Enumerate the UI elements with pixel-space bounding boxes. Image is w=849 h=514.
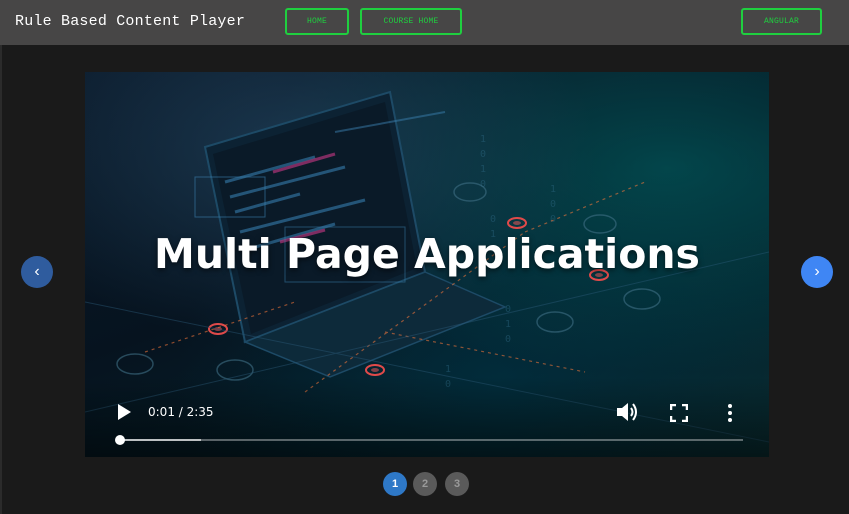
play-icon[interactable] — [116, 403, 132, 421]
chevron-right-icon: › — [814, 263, 820, 280]
time-display: 0:01 / 2:35 — [148, 405, 214, 419]
page-border — [0, 0, 2, 514]
carousel-prev-button[interactable]: ‹ — [21, 256, 53, 288]
course-home-button[interactable]: COURSE HOME — [360, 8, 462, 35]
app-title: Rule Based Content Player — [15, 13, 246, 30]
seek-bar[interactable] — [115, 435, 743, 445]
more-vertical-icon[interactable] — [725, 403, 735, 423]
svg-text:1: 1 — [505, 319, 511, 330]
svg-text:1: 1 — [480, 134, 486, 145]
video-title: Multi Page Applications — [154, 230, 700, 278]
svg-text:0: 0 — [480, 149, 486, 160]
svg-text:1: 1 — [480, 164, 486, 175]
page-dot-2[interactable]: 2 — [413, 472, 437, 496]
svg-text:1: 1 — [550, 184, 556, 195]
svg-text:1: 1 — [445, 364, 451, 375]
svg-text:0: 0 — [490, 214, 496, 225]
chevron-left-icon: ‹ — [34, 263, 40, 280]
angular-button[interactable]: ANGULAR — [741, 8, 822, 35]
volume-icon[interactable] — [615, 401, 639, 423]
seek-buffered — [116, 439, 201, 441]
top-navbar: Rule Based Content Player HOME COURSE HO… — [0, 0, 849, 45]
page-dot-3[interactable]: 3 — [445, 472, 469, 496]
seek-thumb[interactable] — [115, 435, 126, 445]
page-dot-1[interactable]: 1 — [383, 472, 407, 496]
fullscreen-icon[interactable] — [670, 404, 688, 422]
video-player[interactable]: 1010 011 010 100 10 — [85, 72, 769, 457]
home-button[interactable]: HOME — [285, 8, 349, 35]
svg-text:0: 0 — [550, 214, 556, 225]
svg-text:0: 0 — [505, 334, 511, 345]
carousel-next-button[interactable]: › — [801, 256, 833, 288]
svg-text:0: 0 — [550, 199, 556, 210]
